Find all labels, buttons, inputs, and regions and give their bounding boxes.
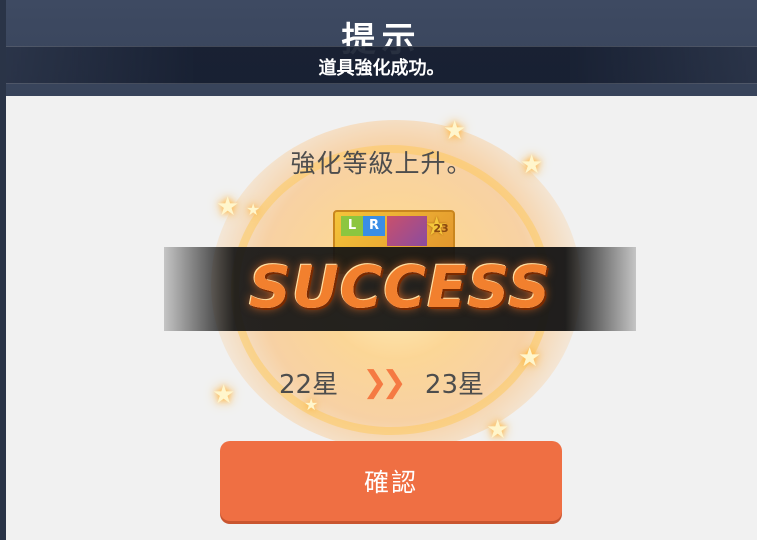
success-banner: SUCCESS [164, 247, 636, 331]
star-level-from: 22星 [279, 370, 339, 400]
confirm-button-label: 確認 [363, 468, 418, 497]
star-level-change: 22星 ❯❯ 23星 [6, 364, 757, 401]
dialog-header: 提示 道具強化成功。 [6, 0, 757, 96]
confirm-button[interactable]: 確認 [220, 441, 562, 521]
sparkle-star-icon: ★ [246, 200, 261, 219]
enhance-message: 強化等級上升。 [290, 149, 473, 178]
sparkle-star-icon: ★ [216, 192, 240, 222]
star-level-to: 23星 [424, 370, 484, 400]
enhance-result-dialog: 提示 道具強化成功。 ★ ★ ★ ★ ★ ★ ★ ★ 強化等級上升。 L R ★… [6, 0, 757, 540]
rarity-badge-l: L [341, 216, 363, 236]
item-art [387, 216, 427, 246]
double-chevron-right-icon: ❯❯ [362, 365, 406, 400]
success-text: SUCCESS [248, 253, 552, 321]
toast-text: 道具強化成功。 [318, 58, 445, 79]
rarity-badge-r: R [363, 216, 385, 236]
item-star-count: 23 [433, 222, 449, 235]
toast-notification: 道具強化成功。 [6, 46, 757, 84]
sparkle-star-icon: ★ [443, 116, 467, 146]
